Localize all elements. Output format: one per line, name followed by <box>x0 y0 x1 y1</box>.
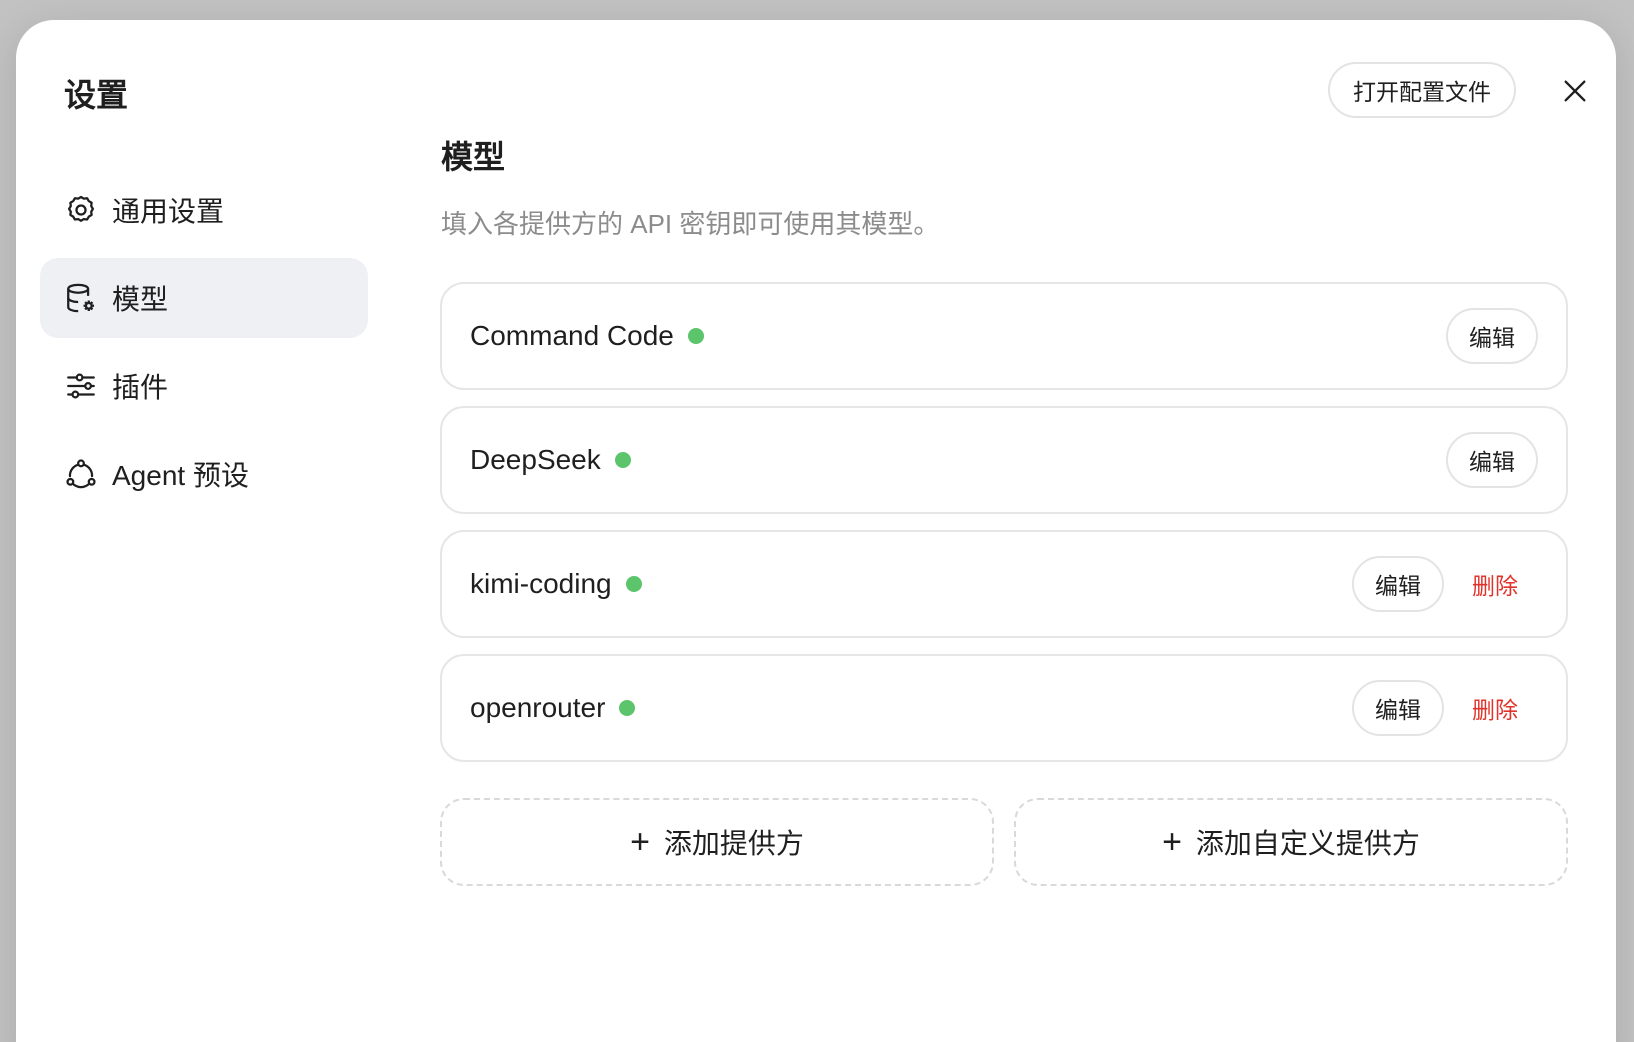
add-custom-provider-button[interactable]: + 添加自定义提供方 <box>1014 798 1568 886</box>
page-title: 模型 <box>441 139 506 175</box>
open-config-file-button[interactable]: 打开配置文件 <box>1328 62 1516 118</box>
status-dot-icon <box>614 452 631 468</box>
sidebar-item-label: 通用设置 <box>112 196 225 227</box>
sidebar-item-label: 插件 <box>112 372 169 403</box>
provider-name: openrouter <box>470 692 606 723</box>
add-provider-label: 添加提供方 <box>663 828 804 859</box>
plus-icon: + <box>1162 823 1182 861</box>
sidebar-item-agent-presets[interactable]: Agent 预设 <box>40 434 368 514</box>
delete-button[interactable]: 删除 <box>1472 567 1518 601</box>
edit-button[interactable]: 编辑 <box>1446 308 1538 364</box>
add-provider-row: + 添加提供方 + 添加自定义提供方 <box>440 798 1568 886</box>
status-dot-icon <box>619 700 636 716</box>
provider-card: openrouter 编辑 删除 <box>440 654 1568 762</box>
settings-dialog: 设置 通用设置 模型 插件 Agent 预设 打开配置文件 模型 填入各提供方的… <box>16 20 1616 1042</box>
settings-title: 设置 <box>64 77 129 113</box>
close-icon <box>1564 80 1586 102</box>
plus-icon: + <box>630 823 650 861</box>
gear-icon <box>64 193 98 227</box>
sidebar-item-label: Agent 预设 <box>112 460 249 491</box>
add-custom-provider-label: 添加自定义提供方 <box>1195 828 1420 859</box>
add-provider-button[interactable]: + 添加提供方 <box>440 798 994 886</box>
delete-button[interactable]: 删除 <box>1472 691 1518 725</box>
edit-button[interactable]: 编辑 <box>1446 432 1538 488</box>
status-dot-icon <box>625 576 642 592</box>
database-gear-icon <box>64 281 98 315</box>
close-button[interactable] <box>1550 66 1600 116</box>
edit-button[interactable]: 编辑 <box>1352 556 1444 612</box>
sidebar-item-plugins[interactable]: 插件 <box>40 346 368 426</box>
provider-name: Command Code <box>470 320 674 351</box>
sidebar-item-general[interactable]: 通用设置 <box>40 170 368 250</box>
provider-list: Command Code 编辑 DeepSeek 编辑 kimi-coding 编辑 删除 o… <box>440 282 1568 778</box>
provider-card: kimi-coding 编辑 删除 <box>440 530 1568 638</box>
settings-nav: 通用设置 模型 插件 Agent 预设 <box>40 170 368 522</box>
provider-card: Command Code 编辑 <box>440 282 1568 390</box>
edit-button[interactable]: 编辑 <box>1352 680 1444 736</box>
sidebar-item-label: 模型 <box>112 284 169 315</box>
sidebar-item-models[interactable]: 模型 <box>40 258 368 338</box>
agent-network-icon <box>64 457 98 491</box>
page-description: 填入各提供方的 API 密钥即可使用其模型。 <box>441 209 940 239</box>
status-dot-icon <box>687 328 704 344</box>
sliders-icon <box>64 369 98 403</box>
provider-card: DeepSeek 编辑 <box>440 406 1568 514</box>
provider-name: DeepSeek <box>470 444 601 475</box>
provider-name: kimi-coding <box>470 568 612 599</box>
